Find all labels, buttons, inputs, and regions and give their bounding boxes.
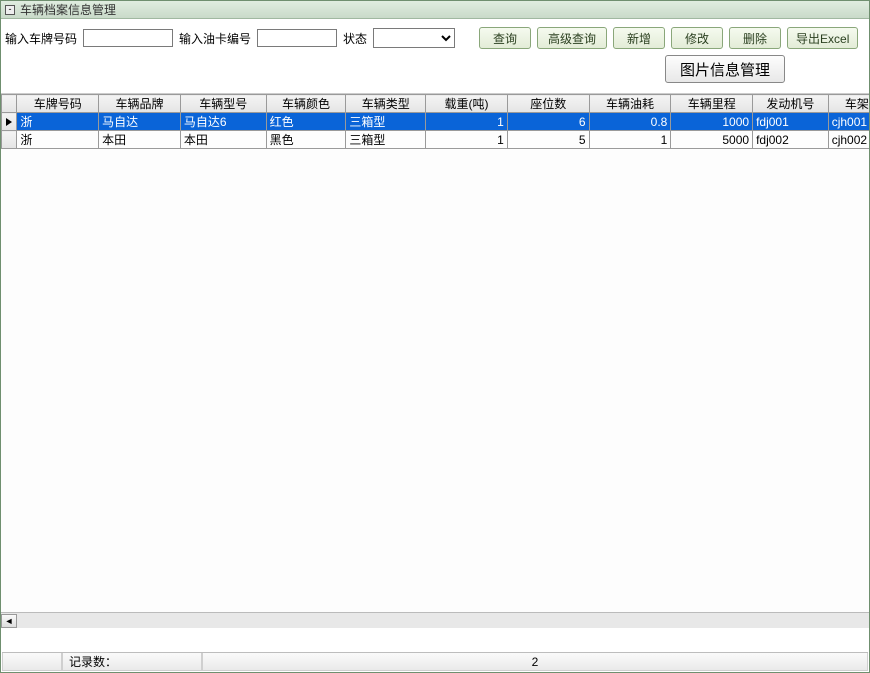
table-row[interactable]: 浙 本田 本田 黑色 三箱型 1 5 1 5000 fdj002 cjh002 [2,131,870,149]
card-input[interactable] [257,29,337,47]
cell[interactable]: 本田 [99,131,181,149]
cell[interactable]: fdj001 [753,113,829,131]
cell[interactable]: 5 [507,131,589,149]
table-row[interactable]: 浙 马自达 马自达6 红色 三箱型 1 6 0.8 1000 fdj001 cj… [2,113,870,131]
cell[interactable]: 1000 [671,113,753,131]
horizontal-scrollbar[interactable]: ◄ [1,612,869,628]
cell[interactable]: fdj002 [753,131,829,149]
adv-query-button[interactable]: 高级查询 [537,27,607,49]
row-indicator-icon [2,113,17,131]
grid-header-row: 车牌号码 车辆品牌 车辆型号 车辆颜色 车辆类型 载重(吨) 座位数 车辆油耗 … [2,95,870,113]
image-mgmt-button[interactable]: 图片信息管理 [665,55,785,83]
cell[interactable]: 6 [507,113,589,131]
plate-label: 输入车牌号码 [5,30,77,47]
card-label: 输入油卡编号 [179,30,251,47]
col-type[interactable]: 车辆类型 [346,95,426,113]
cell[interactable]: 浙 [17,131,99,149]
cell[interactable]: 0.8 [589,113,671,131]
status-seg-blank [2,653,62,671]
title-bar: - 车辆档案信息管理 [1,1,869,19]
col-seats[interactable]: 座位数 [507,95,589,113]
cell[interactable]: 马自达6 [180,113,266,131]
cell[interactable]: 1 [426,113,508,131]
status-bar: 记录数： 2 [2,652,868,671]
query-button[interactable]: 查询 [479,27,531,49]
cell[interactable]: 黑色 [266,131,346,149]
cell[interactable]: 马自达 [99,113,181,131]
col-load[interactable]: 载重(吨) [426,95,508,113]
cell[interactable]: cjh001 [828,113,869,131]
edit-button[interactable]: 修改 [671,27,723,49]
status-record-label: 记录数： [62,653,202,671]
cell[interactable]: 红色 [266,113,346,131]
cell[interactable]: 5000 [671,131,753,149]
col-model[interactable]: 车辆型号 [180,95,266,113]
window-title: 车辆档案信息管理 [20,1,116,18]
data-grid[interactable]: 车牌号码 车辆品牌 车辆型号 车辆颜色 车辆类型 载重(吨) 座位数 车辆油耗 … [1,93,869,628]
add-button[interactable]: 新增 [613,27,665,49]
export-excel-button[interactable]: 导出Excel [787,27,858,49]
cell[interactable]: 三箱型 [346,113,426,131]
scroll-left-icon[interactable]: ◄ [1,614,17,628]
cell[interactable]: 1 [589,131,671,149]
col-plate[interactable]: 车牌号码 [17,95,99,113]
status-select[interactable] [373,28,455,48]
toolbar: 输入车牌号码 输入油卡编号 状态 查询 高级查询 新增 修改 删除 导出Exce… [1,19,869,93]
status-label: 状态 [343,30,367,47]
cell[interactable]: 三箱型 [346,131,426,149]
col-color[interactable]: 车辆颜色 [266,95,346,113]
window-control-icon[interactable]: - [5,5,15,15]
cell[interactable]: 浙 [17,113,99,131]
col-mileage[interactable]: 车辆里程 [671,95,753,113]
grid-corner [2,95,17,113]
plate-input[interactable] [83,29,173,47]
row-indicator-icon [2,131,17,149]
status-record-count: 2 [202,653,868,671]
col-brand[interactable]: 车辆品牌 [99,95,181,113]
cell[interactable]: 本田 [180,131,266,149]
cell[interactable]: cjh002 [828,131,869,149]
cell[interactable]: 1 [426,131,508,149]
delete-button[interactable]: 删除 [729,27,781,49]
col-engine[interactable]: 发动机号 [753,95,829,113]
col-fuel[interactable]: 车辆油耗 [589,95,671,113]
col-frame[interactable]: 车架 [828,95,869,113]
